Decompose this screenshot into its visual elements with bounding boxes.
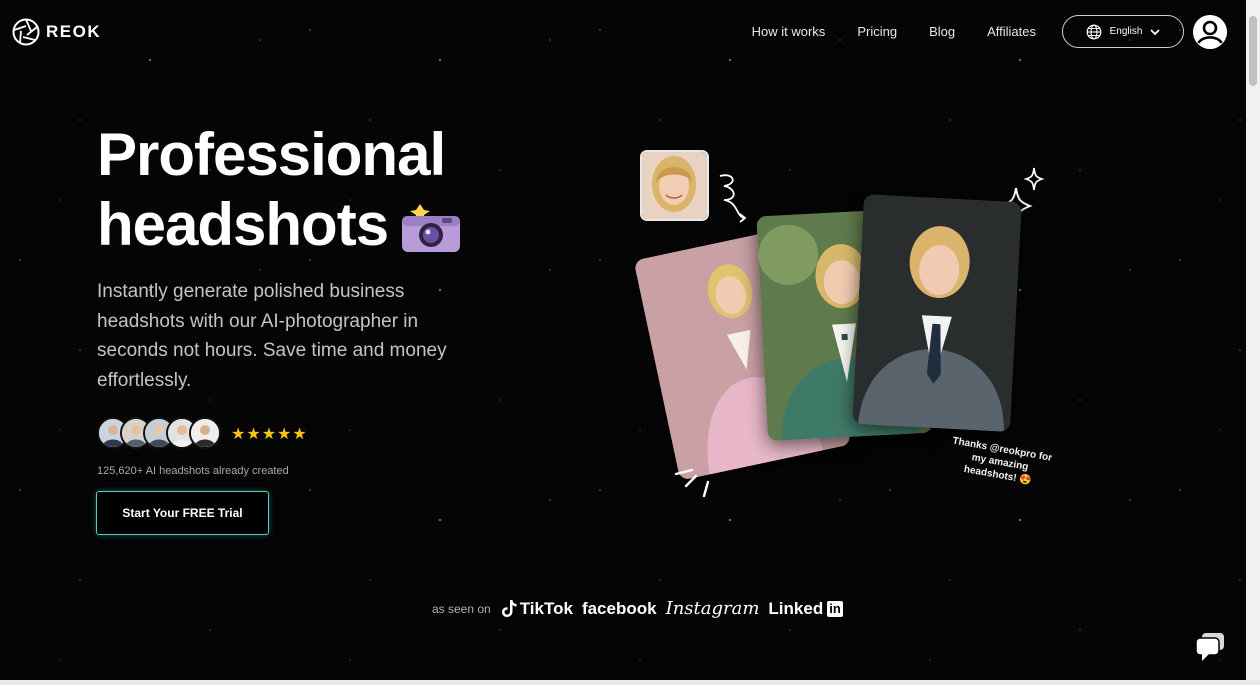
customer-avatars — [97, 417, 221, 449]
brand-tiktok-label: TikTok — [519, 598, 573, 618]
account-button[interactable] — [1193, 15, 1227, 49]
brand-linkedin-box: in — [827, 600, 843, 617]
hero-description: Instantly generate polished business hea… — [97, 281, 447, 391]
language-selector[interactable]: English — [1062, 15, 1184, 48]
start-free-trial-button[interactable]: Start Your FREE Trial — [96, 491, 269, 535]
vertical-scrollbar[interactable] — [1246, 0, 1260, 680]
as-seen-on-label: as seen on — [432, 601, 491, 616]
camera-icon — [402, 204, 460, 252]
nav-how-it-works[interactable]: How it works — [752, 24, 826, 39]
horizontal-scrollbar[interactable] — [0, 680, 1260, 685]
brand-facebook: facebook — [581, 598, 657, 618]
chevron-down-icon — [1150, 28, 1161, 35]
hero-title: Professional headshots — [97, 120, 446, 260]
aperture-logo-icon — [12, 18, 40, 46]
hero-title-line-2: headshots — [97, 191, 389, 258]
headshot-card-gray — [852, 194, 1022, 432]
brand-linkedin: Linked in — [768, 598, 843, 619]
scrollbar-thumb[interactable] — [1249, 16, 1257, 86]
chat-bubble-icon[interactable] — [1193, 629, 1227, 663]
main-nav: How it works Pricing Blog Affiliates — [752, 24, 1036, 39]
language-label: English — [1109, 26, 1143, 37]
arrow-curl-icon — [719, 174, 747, 223]
logo[interactable]: REOK — [12, 18, 101, 46]
brand-linkedin-text: Linked — [768, 598, 824, 618]
nav-affiliates[interactable]: Affiliates — [987, 24, 1036, 39]
globe-icon — [1086, 24, 1101, 39]
logo-text: REOK — [46, 22, 102, 41]
user-avatar-icon — [1193, 15, 1227, 49]
brand-instagram: Instagram — [665, 598, 760, 619]
nav-blog[interactable]: Blog — [929, 24, 955, 39]
burst-lines-icon — [674, 468, 710, 498]
avatar — [189, 417, 221, 449]
brand-tiktok: TikTok — [501, 599, 573, 619]
source-selfie-photo — [640, 150, 709, 221]
hero-title-line-1: Professional — [97, 121, 446, 188]
nav-pricing[interactable]: Pricing — [857, 24, 897, 39]
rating-stars: ★★★★★ — [231, 426, 308, 443]
as-seen-on-bar: as seen on TikTok facebook Instagram Lin… — [432, 598, 843, 619]
tiktok-icon — [501, 600, 517, 617]
headshot-count: 125,620+ AI headshots already created — [97, 465, 289, 477]
